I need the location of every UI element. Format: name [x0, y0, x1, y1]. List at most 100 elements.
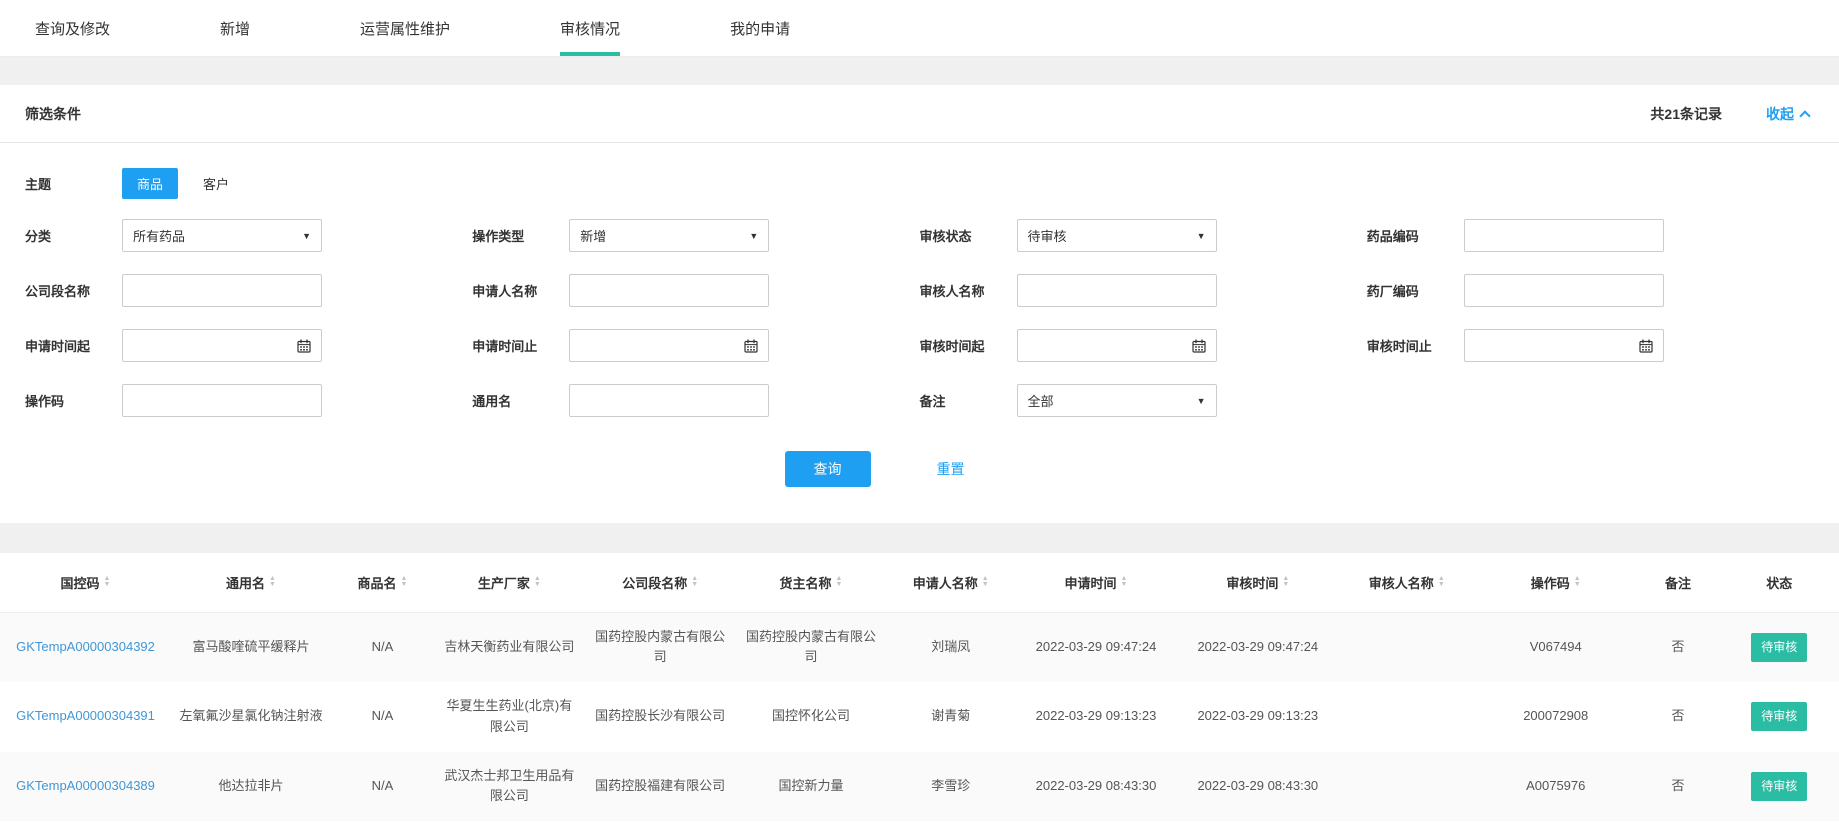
category-select[interactable]: 所有药品 ▼	[122, 219, 322, 252]
collapse-toggle[interactable]: 收起	[1766, 104, 1809, 124]
col-company-segment[interactable]: 公司段名称▲▼	[585, 553, 736, 612]
sort-icon: ▲▼	[269, 576, 276, 588]
chevron-down-icon: ▼	[1197, 396, 1206, 406]
generic-name-input[interactable]	[569, 384, 769, 417]
filter-title: 筛选条件	[25, 104, 81, 124]
col-product-name[interactable]: 商品名▲▼	[331, 553, 434, 612]
national-code-link[interactable]: GKTempA00000304392	[16, 639, 155, 654]
filter-panel: 筛选条件 共21条记录 收起 主题 商品 客户 分类 所有药品 ▼ 操作类型 新…	[0, 85, 1839, 523]
operation-type-select[interactable]: 新增 ▼	[569, 219, 769, 252]
reset-button[interactable]: 重置	[937, 459, 965, 479]
filter-header: 筛选条件 共21条记录 收起	[0, 85, 1839, 143]
tab-label: 审核情况	[560, 18, 620, 39]
filter-field-category: 分类 所有药品 ▼	[25, 219, 472, 252]
filter-label: 审核状态	[920, 226, 1017, 245]
filter-field-generic-name: 通用名	[472, 384, 919, 417]
col-cargo-owner[interactable]: 货主名称▲▼	[736, 553, 887, 612]
cell-product-name: N/A	[331, 612, 434, 682]
col-national-code[interactable]: 国控码▲▼	[0, 553, 171, 612]
remark-select[interactable]: 全部 ▼	[1017, 384, 1217, 417]
filter-field-operation-code: 操作码	[25, 384, 472, 417]
filter-label: 通用名	[472, 391, 569, 410]
filter-label: 申请时间止	[472, 336, 569, 355]
apply-time-end-input[interactable]	[569, 329, 769, 362]
filter-label: 申请人名称	[472, 281, 569, 300]
cell-cargo-owner: 国药控股内蒙古有限公司	[736, 612, 887, 682]
chevron-down-icon: ▼	[302, 231, 311, 241]
filter-label: 审核时间起	[920, 336, 1017, 355]
chevron-down-icon: ▼	[749, 231, 758, 241]
filter-field-operation-type: 操作类型 新增 ▼	[472, 219, 919, 252]
filter-field-drug-code: 药品编码	[1367, 219, 1814, 252]
cell-review-time: 2022-03-29 09:47:24	[1177, 612, 1339, 682]
select-value: 全部	[1028, 391, 1054, 410]
review-time-start-input[interactable]	[1017, 329, 1217, 362]
calendar-icon	[297, 339, 311, 353]
cell-cargo-owner: 国控怀化公司	[736, 682, 887, 752]
sort-icon: ▲▼	[401, 576, 408, 588]
cell-generic-name: 富马酸喹硫平缓释片	[171, 612, 331, 682]
sort-icon: ▲▼	[982, 576, 989, 588]
filter-label: 公司段名称	[25, 281, 122, 300]
apply-time-start-input[interactable]	[122, 329, 322, 362]
filter-label: 审核人名称	[920, 281, 1017, 300]
cell-generic-name: 他达拉非片	[171, 752, 331, 822]
tab-label: 查询及修改	[35, 18, 110, 39]
tab-label: 我的申请	[730, 18, 790, 39]
cell-company-segment: 国药控股长沙有限公司	[585, 682, 736, 752]
cell-operation-code: A0075976	[1475, 752, 1637, 822]
cell-applicant: 谢青菊	[886, 682, 1015, 752]
col-generic-name[interactable]: 通用名▲▼	[171, 553, 331, 612]
filter-field-applicant-name: 申请人名称	[472, 274, 919, 307]
cell-product-name: N/A	[331, 752, 434, 822]
factory-code-input[interactable]	[1464, 274, 1664, 307]
cell-apply-time: 2022-03-29 08:43:30	[1015, 752, 1177, 822]
filter-label: 操作码	[25, 391, 122, 410]
national-code-link[interactable]: GKTempA00000304389	[16, 778, 155, 793]
operation-code-input[interactable]	[122, 384, 322, 417]
cell-manufacturer: 华夏生生药业(北京)有限公司	[434, 682, 585, 752]
company-segment-name-input[interactable]	[122, 274, 322, 307]
tab-label: 运营属性维护	[360, 18, 450, 39]
col-manufacturer[interactable]: 生产厂家▲▼	[434, 553, 585, 612]
tab-operation-attr-maintain[interactable]: 运营属性维护	[360, 0, 450, 56]
filter-field-reviewer-name: 审核人名称	[920, 274, 1367, 307]
sort-icon: ▲▼	[1574, 576, 1581, 588]
review-time-end-input[interactable]	[1464, 329, 1664, 362]
tab-my-applications[interactable]: 我的申请	[730, 0, 790, 56]
col-applicant[interactable]: 申请人名称▲▼	[886, 553, 1015, 612]
filter-field-review-status: 审核状态 待审核 ▼	[920, 219, 1367, 252]
review-status-select[interactable]: 待审核 ▼	[1017, 219, 1217, 252]
sort-icon: ▲▼	[836, 576, 843, 588]
select-value: 待审核	[1028, 226, 1067, 245]
cell-applicant: 李雪珍	[886, 752, 1015, 822]
col-operation-code[interactable]: 操作码▲▼	[1475, 553, 1637, 612]
sort-icon: ▲▼	[534, 576, 541, 588]
national-code-link[interactable]: GKTempA00000304391	[16, 708, 155, 723]
col-reviewer[interactable]: 审核人名称▲▼	[1339, 553, 1475, 612]
filter-label: 药厂编码	[1367, 281, 1464, 300]
theme-option-customer[interactable]: 客户	[188, 168, 244, 199]
col-apply-time[interactable]: 申请时间▲▼	[1015, 553, 1177, 612]
filter-label: 药品编码	[1367, 226, 1464, 245]
filter-field-factory-code: 药厂编码	[1367, 274, 1814, 307]
col-review-time[interactable]: 审核时间▲▼	[1177, 553, 1339, 612]
filter-field-apply-time-end: 申请时间止	[472, 329, 919, 362]
filter-label: 分类	[25, 226, 122, 245]
cell-manufacturer: 武汉杰士邦卫生用品有限公司	[434, 752, 585, 822]
tab-add[interactable]: 新增	[220, 0, 250, 56]
top-tab-bar: 查询及修改 新增 运营属性维护 审核情况 我的申请	[0, 0, 1839, 57]
select-value: 新增	[580, 226, 606, 245]
search-button[interactable]: 查询	[785, 451, 871, 487]
status-badge: 待审核	[1751, 633, 1807, 662]
drug-code-input[interactable]	[1464, 219, 1664, 252]
tab-review-status[interactable]: 审核情况	[560, 0, 620, 56]
table-row: GKTempA00000304391 左氧氟沙星氯化钠注射液 N/A 华夏生生药…	[0, 682, 1839, 752]
cell-manufacturer: 吉林天衡药业有限公司	[434, 612, 585, 682]
theme-option-product[interactable]: 商品	[122, 168, 178, 199]
reviewer-name-input[interactable]	[1017, 274, 1217, 307]
applicant-name-input[interactable]	[569, 274, 769, 307]
status-badge: 待审核	[1751, 772, 1807, 801]
cell-operation-code: V067494	[1475, 612, 1637, 682]
tab-query-modify[interactable]: 查询及修改	[35, 0, 110, 56]
